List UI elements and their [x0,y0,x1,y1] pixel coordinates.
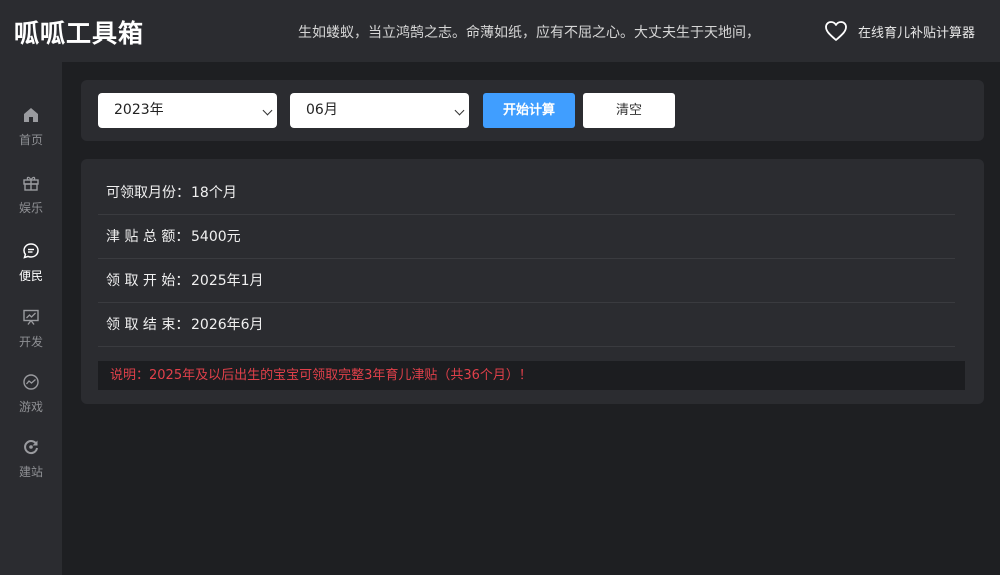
sidebar-item-games[interactable]: 游戏 [0,373,62,423]
calculate-button[interactable]: 开始计算 [483,93,575,128]
result-value: 2025年1月 [191,273,264,289]
month-select[interactable]: 06月 [290,93,469,128]
header-slogan: 生如蝼蚁，当立鸿鹄之志。命薄如纸，应有不屈之心。大丈夫生于天地间， [298,25,760,41]
year-select-value: 2023年 [114,102,164,118]
clear-button[interactable]: 清空 [583,93,675,128]
site-logo[interactable]: 呱呱工具箱 [14,14,144,50]
result-label: 领 取 开 始： [106,273,190,289]
gift-icon [23,176,39,191]
result-row-start: 领 取 开 始： 2025年1月 [98,259,955,303]
refresh-icon [24,440,38,455]
top-bar: 呱呱工具箱 生如蝼蚁，当立鸿鹄之志。命薄如纸，应有不屈之心。大丈夫生于天地间， … [0,0,1000,62]
sidebar-item-convenience[interactable]: 便民 [0,242,62,292]
result-value: 18个月 [191,185,237,201]
calculator-form: 2023年 06月 开始计算 清空 [81,80,984,141]
favorite-tool-link[interactable]: 在线育儿补贴计算器 [824,20,975,42]
heart-icon [825,21,847,41]
result-panel: 可领取月份：18个月 津 贴 总 额： 5400元 领 取 开 始： 2025年1月… [81,159,984,404]
sidebar-item-development[interactable]: 开发 [0,308,62,358]
policy-note: 说明：2025年及以后出生的宝宝可领取完整3年育儿津贴（共36个月）！ [98,361,965,390]
chevron-down-icon [262,105,273,116]
trend-circle-icon [23,374,39,390]
chat-icon [23,243,39,259]
result-label: 领 取 结 束： [106,317,190,333]
year-select[interactable]: 2023年 [98,93,277,128]
result-row-end: 领 取 结 束： 2026年6月 [98,303,955,347]
sidebar-item-label: 娱乐 [18,201,43,215]
result-value: 5400元 [191,229,241,245]
sidebar-item-label: 便民 [18,269,43,283]
sidebar-item-label: 开发 [18,335,43,349]
favorite-tool-label: 在线育儿补贴计算器 [858,25,976,41]
sidebar-item-label: 建站 [18,465,43,479]
result-value: 2026年6月 [191,317,264,333]
result-row-months: 可领取月份：18个月 [98,171,955,215]
chart-board-icon [23,309,39,325]
sidebar-item-website[interactable]: 建站 [0,438,62,488]
result-row-total: 津 贴 总 额： 5400元 [98,215,955,259]
sidebar-item-entertainment[interactable]: 娱乐 [0,174,62,224]
sidebar-item-label: 游戏 [18,400,43,414]
sidebar-item-home[interactable]: 首页 [0,106,62,156]
sidebar-item-label: 首页 [18,133,43,147]
result-label: 可领取月份： [106,185,190,201]
result-label: 津 贴 总 额： [106,229,190,245]
month-select-value: 06月 [306,102,338,118]
sidebar: 首页 娱乐 便民 开发 游戏 建站 [0,62,62,575]
home-icon [24,108,38,122]
chevron-down-icon [454,105,465,116]
